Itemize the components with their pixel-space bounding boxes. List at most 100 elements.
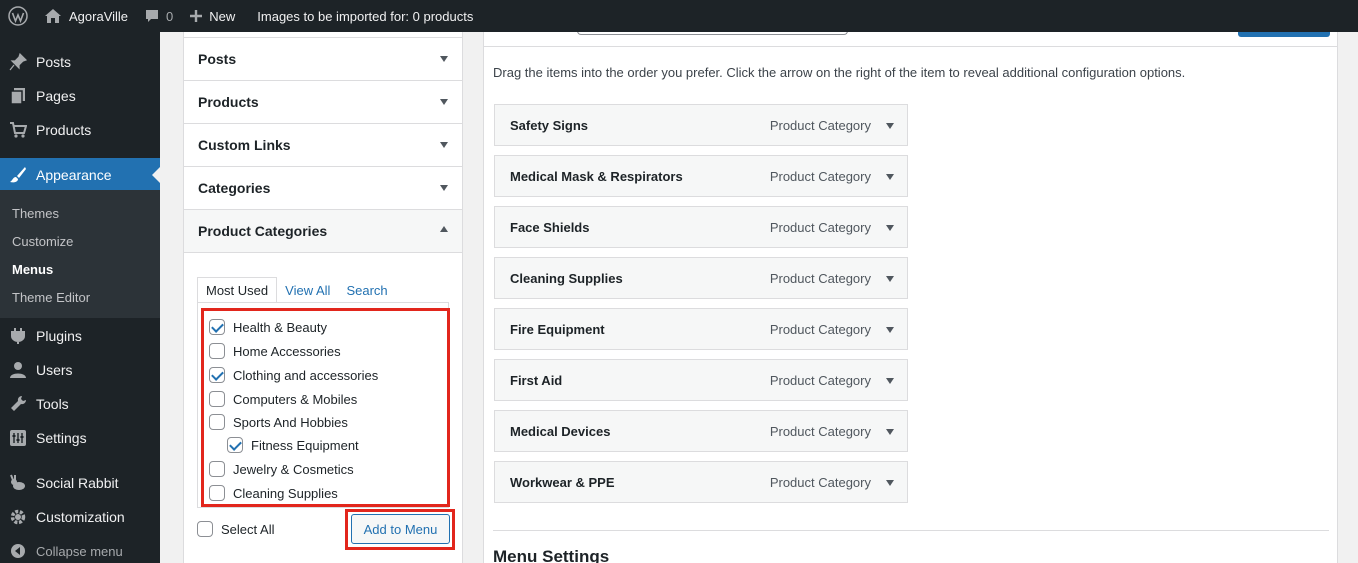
header-divider — [484, 46, 1337, 47]
drag-instructions: Drag the items into the order you prefer… — [493, 65, 1186, 80]
chevron-up-icon — [440, 226, 448, 232]
tab-label: Search — [346, 282, 388, 298]
accordion-products[interactable]: Products — [184, 81, 462, 124]
menu-item-type: Product Category — [769, 117, 871, 133]
accordion-posts[interactable]: Posts — [184, 38, 462, 81]
chevron-down-icon[interactable] — [886, 378, 894, 384]
sidebar-item-label: Tools — [36, 396, 69, 412]
sidebar-item-label: Customization — [36, 509, 125, 525]
accordion-title: Categories — [198, 180, 271, 196]
wrench-icon — [0, 395, 36, 413]
plus-icon — [189, 9, 203, 23]
new-content-link[interactable]: New — [181, 0, 243, 32]
menu-item-first-aid[interactable]: First Aid Product Category — [494, 359, 908, 401]
select-all-label: Select All — [221, 521, 275, 537]
sidebar-item-label: Plugins — [36, 328, 82, 344]
menu-item-type: Product Category — [769, 423, 871, 439]
paintbrush-icon — [0, 166, 36, 184]
sidebar-item-social-rabbit[interactable]: Social Rabbit — [0, 466, 160, 500]
submenu-item-themes[interactable]: Themes — [12, 206, 59, 221]
menu-item-medical-devices[interactable]: Medical Devices Product Category — [494, 410, 908, 452]
chevron-down-icon[interactable] — [886, 123, 894, 129]
chevron-down-icon — [440, 142, 448, 148]
menu-settings-heading: Menu Settings — [493, 547, 610, 563]
sidebar-item-users[interactable]: Users — [0, 353, 160, 387]
highlight-box-add-button — [345, 509, 455, 550]
tab-search[interactable]: Search — [338, 277, 395, 303]
select-all-row[interactable]: Select All — [197, 521, 274, 537]
sidebar-item-label: Users — [36, 362, 73, 378]
menu-item-workwear[interactable]: Workwear & PPE Product Category — [494, 461, 908, 503]
save-menu-button[interactable] — [1238, 32, 1330, 37]
user-icon — [0, 361, 36, 379]
settings-divider — [493, 530, 1329, 531]
pages-icon — [0, 87, 36, 105]
menu-item-cleaning-supplies[interactable]: Cleaning Supplies Product Category — [494, 257, 908, 299]
menu-item-type: Product Category — [769, 168, 871, 184]
select-all-checkbox[interactable] — [197, 521, 213, 537]
menu-item-type: Product Category — [769, 219, 871, 235]
accordion-title: Posts — [198, 51, 237, 67]
highlight-box-checklist — [201, 308, 450, 507]
menu-item-type: Product Category — [769, 372, 871, 388]
sidebar-item-appearance[interactable]: Appearance — [0, 158, 160, 192]
menu-item-safety-signs[interactable]: Safety Signs Product Category — [494, 104, 908, 146]
appearance-submenu: Themes Customize Menus Theme Editor — [0, 190, 160, 318]
site-name-link[interactable]: AgoraVille — [36, 0, 136, 32]
wordpress-logo-icon[interactable] — [0, 0, 36, 32]
menu-item-medical-mask[interactable]: Medical Mask & Respirators Product Categ… — [494, 155, 908, 197]
menu-item-fire-equipment[interactable]: Fire Equipment Product Category — [494, 308, 908, 350]
tab-view-all[interactable]: View All — [277, 277, 338, 303]
chevron-down-icon[interactable] — [886, 480, 894, 486]
sidebar-item-label: Settings — [36, 430, 87, 446]
sidebar-item-plugins[interactable]: Plugins — [0, 319, 160, 353]
plugin-icon — [0, 327, 36, 345]
menu-item-type: Product Category — [769, 321, 871, 337]
submenu-item-customize[interactable]: Customize — [12, 234, 73, 249]
accordion-categories[interactable]: Categories — [184, 167, 462, 210]
sidebar-item-posts[interactable]: Posts — [0, 45, 160, 79]
submenu-item-menus[interactable]: Menus — [12, 262, 53, 277]
rabbit-icon — [0, 474, 36, 492]
tab-label: Most Used — [206, 282, 269, 298]
sidebar-item-tools[interactable]: Tools — [0, 387, 160, 421]
chevron-down-icon[interactable] — [886, 225, 894, 231]
menu-item-title: Workwear & PPE — [510, 474, 615, 490]
sidebar-item-label: Appearance — [36, 167, 112, 183]
chevron-down-icon[interactable] — [886, 174, 894, 180]
home-icon — [44, 8, 62, 24]
submenu-item-theme-editor[interactable]: Theme Editor — [12, 290, 90, 305]
chevron-down-icon[interactable] — [886, 429, 894, 435]
tab-most-used[interactable]: Most Used — [197, 277, 278, 303]
collapse-menu-button[interactable]: Collapse menu — [0, 534, 160, 563]
sidebar-item-settings[interactable]: Settings — [0, 421, 160, 455]
sidebar-item-customization[interactable]: Customization — [0, 500, 160, 534]
accordion-custom-links[interactable]: Custom Links — [184, 124, 462, 167]
comment-icon — [144, 8, 160, 24]
menu-item-title: Cleaning Supplies — [510, 270, 623, 286]
sidebar-item-products[interactable]: Products — [0, 113, 160, 147]
import-notice[interactable]: Images to be imported for: 0 products — [249, 0, 481, 32]
menu-item-face-shields[interactable]: Face Shields Product Category — [494, 206, 908, 248]
new-label: New — [209, 8, 236, 24]
sidebar-item-pages[interactable]: Pages — [0, 79, 160, 113]
menu-structure-panel: Drag the items into the order you prefer… — [483, 28, 1338, 563]
menu-item-title: Medical Devices — [510, 423, 611, 439]
accordion-product-categories[interactable]: Product Categories — [184, 210, 462, 253]
chevron-down-icon[interactable] — [886, 276, 894, 282]
comments-count: 0 — [166, 8, 174, 24]
chevron-down-icon[interactable] — [886, 327, 894, 333]
cart-icon — [0, 121, 36, 139]
sidebar-item-label: Pages — [36, 88, 76, 104]
admin-bar: AgoraVille 0 New Images to be imported f… — [0, 0, 1358, 32]
chevron-down-icon — [440, 56, 448, 62]
collapse-icon — [0, 543, 36, 559]
site-name: AgoraVille — [69, 8, 129, 24]
comments-link[interactable]: 0 — [136, 0, 181, 32]
menu-item-title: Face Shields — [510, 219, 590, 235]
sidebar-item-label: Products — [36, 122, 92, 138]
menu-item-title: Fire Equipment — [510, 321, 605, 337]
category-tabs: Most Used View All Search — [197, 277, 396, 303]
settings-icon — [0, 429, 36, 447]
menu-item-type: Product Category — [769, 270, 871, 286]
